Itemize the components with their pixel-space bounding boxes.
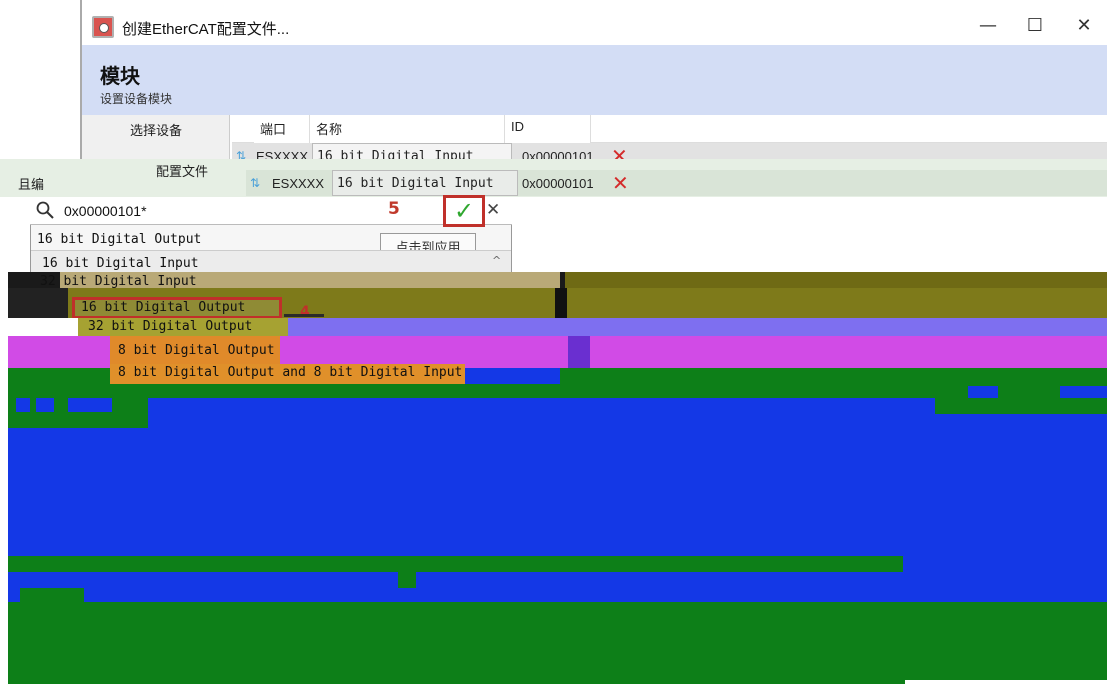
search-result-item[interactable]: 16 bit Digital Input [36,252,199,274]
nav-item-config-file[interactable]: 配置文件 [156,161,208,180]
glitch-band [8,288,68,318]
search-input[interactable] [62,199,362,223]
glitch-band [555,288,567,318]
dropdown-option-selected[interactable]: 16 bit Digital Output [72,297,282,319]
glitch-band [8,318,78,336]
glitch-band [20,588,84,602]
search-icon [36,201,54,219]
glitch-band [8,602,1107,684]
dropdown-option[interactable]: 8 bit Digital Output [118,343,275,358]
id-cell: 0x00000101 [522,175,594,191]
maximize-button[interactable]: ☐ [1015,10,1055,40]
glitch-band [284,314,324,317]
nav-item-select-device[interactable]: 选择设备 [130,120,182,139]
page-title: 模块 [100,64,140,88]
reorder-arrows-icon[interactable]: ⇅ [246,170,264,196]
step-callout-5: 5 [388,199,400,219]
app-icon [92,16,114,38]
table-row: ⇅ ESXXXX 16 bit Digital Input 0x00000101… [246,170,1107,196]
glitch-band [905,680,1107,684]
check-icon: ✓ [453,197,475,225]
port-cell: ESXXXX [272,175,325,191]
close-button[interactable]: ✕ [1064,10,1104,40]
column-header-id: ID [505,115,591,143]
glitch-band [36,398,54,412]
glitch-band [68,398,112,412]
glitch-band [568,336,590,368]
remove-x-icon[interactable]: ✕ [608,170,633,196]
search-result-item[interactable]: 32 bit Digital Input [40,274,197,289]
column-header-port: 端口 [254,115,310,143]
glitch-band [8,556,903,572]
scroll-up-icon[interactable]: ^ [492,254,501,267]
glitch-band [1060,386,1107,398]
glitch-band [565,272,1107,288]
glitch-band [968,386,998,398]
window-title: 创建EtherCAT配置文件... [122,21,290,38]
dropdown-option[interactable]: 8 bit Digital Output and 8 bit Digital I… [118,365,462,380]
glitch-band [16,398,30,412]
dropdown-option[interactable]: 32 bit Digital Output [88,319,252,334]
close-icon[interactable]: ✕ [486,200,500,220]
page-subtitle: 设置设备模块 [100,92,173,106]
glitch-band [398,572,416,588]
apply-button[interactable]: ✓ [443,195,485,227]
search-result-item[interactable]: 16 bit Digital Output [31,228,379,250]
module-name-select[interactable]: 16 bit Digital Input [332,170,518,196]
column-header-name: 名称 [310,115,505,143]
edge-label: 且编 [18,178,45,193]
minimize-button[interactable]: — [968,10,1008,40]
wizard-header [82,45,1107,115]
